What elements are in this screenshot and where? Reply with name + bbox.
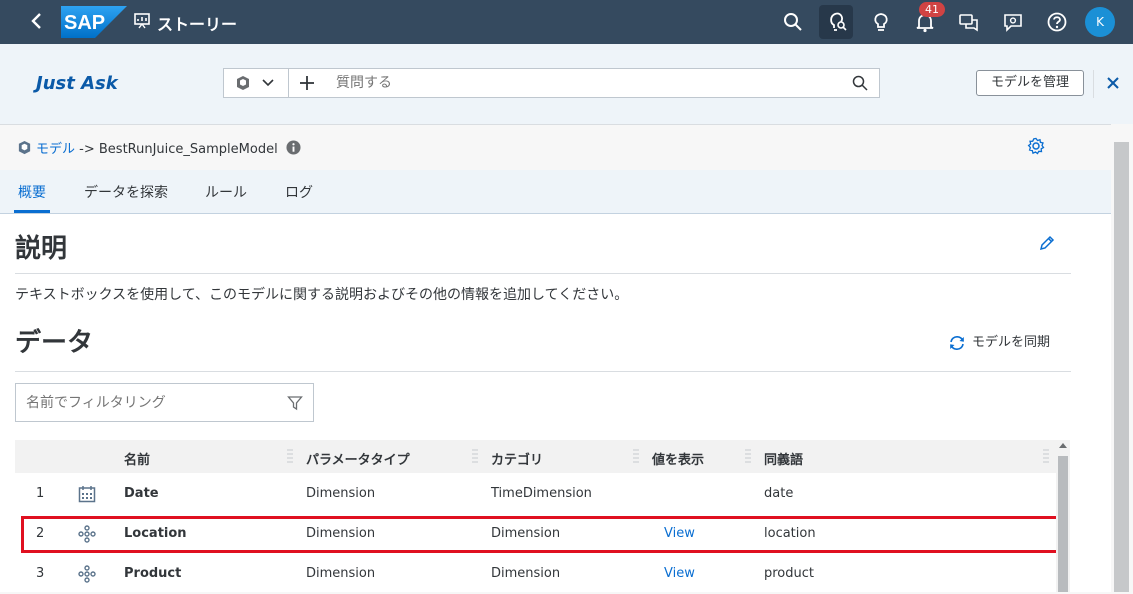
breadcrumb-model-name: BestRunJuice_SampleModel (98, 142, 278, 157)
discussions-icon[interactable] (958, 11, 980, 33)
gear-icon[interactable] (1027, 137, 1045, 155)
row-view-link[interactable]: View (664, 566, 695, 581)
chevron-down-icon (262, 79, 274, 87)
row-number: 1 (36, 486, 45, 501)
edit-pencil-icon[interactable] (1038, 234, 1056, 252)
divider (15, 273, 1071, 274)
refresh-icon (950, 335, 964, 350)
breadcrumb-model-link[interactable]: モデル (36, 142, 75, 157)
row-category: Dimension (491, 566, 561, 581)
sync-model-button[interactable]: モデルを同期 (948, 331, 1050, 352)
scroll-up-arrow-icon[interactable] (1059, 443, 1067, 448)
column-resize-handle[interactable] (471, 446, 479, 466)
breadcrumb: モデル -> BestRunJuice_SampleModel (17, 138, 301, 157)
tab-bar: 概要 データを探索 ルール ログ (0, 170, 1111, 214)
tab-explore-data[interactable]: データを探索 (84, 182, 168, 202)
description-text: テキストボックスを使用して、このモデルに関する説明およびその他の情報を追加してく… (15, 287, 629, 303)
column-resize-handle[interactable] (1042, 446, 1050, 466)
page-scrollbar[interactable] (1111, 124, 1133, 592)
calendar-icon (78, 486, 96, 503)
question-search-box (223, 68, 880, 98)
just-ask-bar: Just Ask モデルを管理 (0, 44, 1133, 125)
active-tab-indicator (14, 210, 50, 213)
divider (15, 371, 1071, 372)
manage-model-button[interactable]: モデルを管理 (976, 70, 1084, 96)
tab-rules[interactable]: ルール (205, 182, 247, 202)
table-scrollbar-thumb[interactable] (1058, 456, 1068, 592)
plus-icon (300, 76, 314, 90)
info-icon[interactable] (286, 140, 301, 155)
highlight-box (21, 516, 1059, 553)
search-icon[interactable] (782, 11, 804, 33)
column-header-show-values[interactable]: 値を表示 (652, 449, 704, 468)
search-icon[interactable] (851, 74, 869, 92)
column-header-synonyms[interactable]: 同義語 (764, 449, 803, 468)
table-header: 名前 パラメータタイプ カテゴリ 値を表示 同義語 (15, 440, 1056, 473)
column-resize-handle[interactable] (744, 446, 752, 466)
row-category: TimeDimension (491, 486, 592, 501)
table-scrollbar[interactable] (1056, 440, 1070, 592)
data-heading: データ (15, 328, 94, 358)
tab-overview[interactable]: 概要 (18, 182, 46, 202)
name-filter-input[interactable] (26, 384, 266, 421)
sap-logo[interactable]: SAP (61, 6, 127, 38)
add-button[interactable] (288, 69, 328, 97)
breadcrumb-separator: -> (75, 142, 99, 157)
table-row[interactable]: 1 Date Dimension TimeDimension date (15, 474, 1056, 514)
svg-text:SAP: SAP (64, 12, 105, 34)
cube-icon (237, 76, 249, 90)
column-header-category[interactable]: カテゴリ (491, 449, 543, 468)
table-row[interactable]: 3 Product Dimension Dimension View produ… (15, 554, 1056, 594)
story-icon (134, 13, 150, 29)
story-title: ストーリー (157, 15, 238, 34)
page-scrollbar-thumb[interactable] (1114, 142, 1129, 592)
row-name: Date (124, 486, 159, 501)
row-number: 3 (36, 566, 45, 581)
filter-icon[interactable] (287, 395, 303, 411)
row-name: Product (124, 566, 182, 581)
divider (1093, 70, 1094, 98)
lightbulb-search-icon (830, 12, 847, 31)
tab-log[interactable]: ログ (285, 182, 313, 202)
column-header-parameter-type[interactable]: パラメータタイプ (306, 449, 410, 468)
row-parameter-type: Dimension (306, 486, 376, 501)
cube-icon (18, 140, 31, 155)
help-icon[interactable] (1046, 11, 1068, 33)
hierarchy-icon (78, 565, 96, 583)
shell-bar: SAP ストーリー 41 K (0, 0, 1133, 44)
just-ask-title: Just Ask (36, 73, 118, 94)
row-synonym: date (764, 486, 794, 501)
question-input[interactable] (336, 69, 836, 97)
row-parameter-type: Dimension (306, 566, 376, 581)
back-icon[interactable] (26, 10, 48, 32)
column-resize-handle[interactable] (632, 446, 640, 466)
just-ask-button[interactable] (819, 5, 853, 39)
sync-model-label: モデルを同期 (972, 335, 1051, 350)
model-selector-dropdown[interactable] (224, 69, 289, 97)
name-filter-box (15, 383, 314, 422)
column-header-name[interactable]: 名前 (124, 449, 150, 468)
user-avatar[interactable]: K (1085, 7, 1115, 37)
feedback-icon[interactable] (1002, 11, 1024, 33)
lightbulb-icon[interactable] (870, 11, 892, 33)
column-resize-handle[interactable] (286, 446, 294, 466)
row-synonym: product (764, 566, 815, 581)
close-icon[interactable] (1106, 76, 1120, 90)
description-heading: 説明 (15, 234, 68, 264)
notification-badge: 41 (919, 2, 945, 17)
